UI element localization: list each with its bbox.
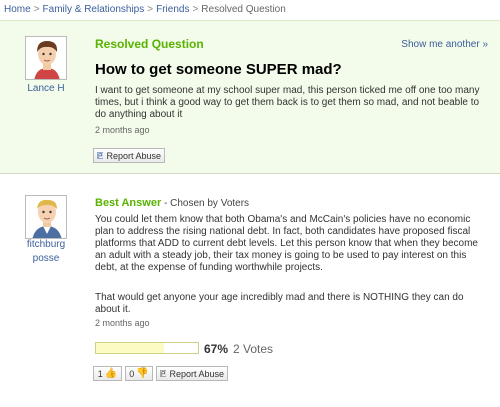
breadcrumb-family[interactable]: Family & Relationships (43, 4, 145, 15)
answer-paragraph-2: That would get anyone your age incredibl… (95, 292, 464, 315)
thumbs-down-count: 0 (129, 368, 135, 379)
avatar-illustration (26, 196, 66, 238)
breadcrumb-separator: > (147, 4, 154, 15)
answerer-name-line2[interactable]: posse (18, 252, 74, 266)
flag-icon (160, 370, 167, 377)
thumbs-up-count: 1 (97, 368, 103, 379)
flag-icon (97, 152, 104, 159)
asker-avatar[interactable] (25, 36, 67, 80)
answer-report-abuse-button[interactable]: Report Abuse (156, 366, 228, 381)
breadcrumb-separator: > (192, 4, 199, 15)
answerer-avatar[interactable] (25, 195, 67, 239)
vote-percent: 67% (204, 342, 229, 356)
breadcrumb-friends[interactable]: Friends (156, 4, 189, 15)
thumbs-down-icon: 👎 (136, 368, 149, 379)
show-another-link[interactable]: Show me another » (401, 39, 488, 50)
report-abuse-button[interactable]: Report Abuse (93, 148, 165, 163)
best-answer-header: Best Answer - Chosen by Voters (95, 197, 249, 209)
best-answer-panel: fitchburg posse Best Answer - Chosen by … (0, 175, 500, 407)
report-abuse-label: Report Abuse (169, 368, 224, 379)
vote-count: 2 Votes (233, 342, 274, 356)
thumbs-down-button[interactable]: 0 👎 (125, 366, 153, 381)
answer-paragraph-1: You could let them know that both Obama'… (95, 214, 478, 273)
chosen-by-label: - Chosen by Voters (161, 198, 250, 209)
resolved-question-label: Resolved Question (95, 37, 204, 51)
vote-progress-fill (96, 343, 165, 353)
breadcrumb-home[interactable]: Home (4, 4, 31, 15)
question-timestamp: 2 months ago (95, 125, 150, 135)
thumbs-up-icon: 👍 (104, 368, 118, 379)
vote-progress-bar (95, 342, 199, 354)
answer-timestamp: 2 months ago (95, 318, 150, 328)
breadcrumb: Home > Family & Relationships > Friends > Reso… (4, 4, 286, 15)
answerer-name-line1[interactable]: fitchburg (18, 238, 74, 252)
avatar-illustration (26, 37, 66, 79)
breadcrumb-separator: > (33, 4, 40, 15)
thumbs-up-button[interactable]: 1 👍 (93, 366, 122, 381)
report-abuse-label: Report Abuse (106, 150, 161, 161)
best-answer-label: Best Answer (95, 197, 162, 209)
question-panel: Lance H Resolved Question Show me anothe… (0, 20, 500, 174)
asker-name[interactable]: Lance H (20, 82, 72, 96)
question-title: How to get someone SUPER mad? (95, 61, 342, 78)
question-body: I want to get someone at my school super… (95, 85, 480, 120)
breadcrumb-current: Resolved Question (201, 4, 286, 15)
